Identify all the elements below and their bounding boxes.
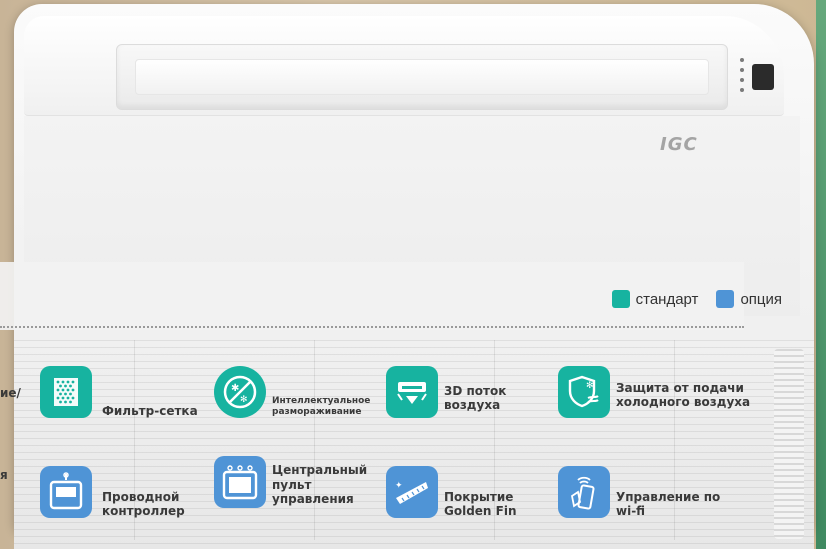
feature-label: Фильтр-сетка — [102, 404, 198, 418]
unit-top-cover — [24, 16, 784, 116]
filter-mesh-icon — [40, 366, 92, 419]
feature-label: Управление по wi-fi — [616, 490, 721, 519]
background-edge — [816, 0, 826, 549]
air-outlet — [116, 44, 728, 110]
feature-label: Покрытие Golden Fin — [444, 490, 517, 519]
standard-swatch — [611, 290, 630, 308]
feature-label: Проводной контроллер — [102, 490, 185, 519]
option-swatch — [716, 290, 735, 308]
cropped-text-fragment: я — [0, 468, 8, 482]
cold-air-shield-icon: ✻ — [558, 366, 610, 418]
indicator-led — [740, 68, 744, 72]
feature-central-control: Центральный пульт управления — [214, 456, 372, 508]
svg-text:✦: ✦ — [395, 481, 403, 491]
brand-logo: IGC — [660, 134, 698, 155]
central-control-icon — [214, 456, 266, 508]
feature-label: Защита от подачи холодного воздуха — [616, 380, 751, 409]
indicator-led — [740, 78, 744, 82]
side-vent — [774, 349, 804, 539]
feature-wired-controller: Проводной контроллер — [40, 466, 202, 519]
legend-option-label: опция — [740, 290, 782, 308]
svg-text:✻: ✻ — [240, 395, 248, 405]
legend-standard: стандарт — [611, 290, 699, 308]
wifi-remote-icon — [558, 466, 610, 519]
legend-standard-label: стандарт — [635, 290, 699, 308]
feature-defrost: ✱ ✻ Интеллектуальное размораживание — [214, 366, 382, 418]
unit-display-panel — [732, 52, 784, 102]
divider — [0, 326, 744, 328]
display-screen — [752, 64, 774, 90]
golden-fin-icon: ✦ — [386, 466, 438, 519]
indicator-led — [740, 58, 744, 62]
feature-filter-mesh: Фильтр-сетка — [40, 366, 202, 419]
feature-label: Центральный пульт управления — [272, 463, 368, 507]
airflow-3d-icon — [386, 366, 438, 418]
legend-option: опция — [716, 290, 782, 308]
feature-wifi-control: Управление по wi-fi — [558, 466, 726, 519]
legend: стандарт опция — [594, 290, 782, 308]
product-scene: IGC стандарт опция ие/ я Фильтр-сетка ✱ … — [0, 0, 826, 549]
feature-label: 3D поток воздуха — [444, 383, 507, 412]
feature-label: Интеллектуальное размораживание — [272, 396, 371, 417]
indicator-led — [740, 88, 744, 92]
feature-golden-fin: ✦ Покрытие Golden Fin — [386, 466, 534, 519]
cropped-text-fragment: ие/ — [0, 386, 21, 400]
air-louver — [135, 59, 709, 95]
feature-cold-air-protection: ✻ Защита от подачи холодного воздуха — [558, 366, 752, 418]
wired-controller-icon — [40, 466, 92, 519]
defrost-icon: ✱ ✻ — [214, 366, 266, 418]
svg-text:✱: ✱ — [231, 383, 239, 394]
svg-text:✻: ✻ — [586, 381, 594, 391]
feature-airflow-3d: 3D поток воздуха — [386, 366, 534, 418]
